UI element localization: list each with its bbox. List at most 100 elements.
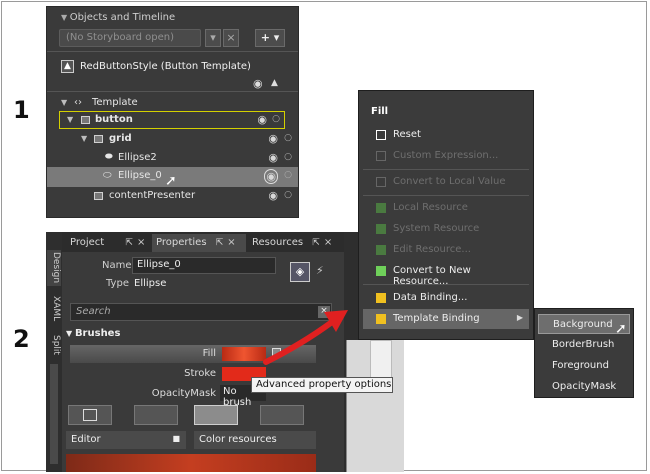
- binding-yellow-icon: [376, 314, 386, 324]
- resource-green-icon: [376, 245, 386, 255]
- tab-project[interactable]: Project ⇱ ×: [66, 234, 150, 252]
- eye-icon[interactable]: ◉: [268, 189, 278, 202]
- menu-item-custom-expression[interactable]: Custom Expression...: [363, 146, 529, 166]
- menu-title: Fill: [371, 106, 389, 117]
- vertical-scrollbar[interactable]: [50, 364, 58, 464]
- objects-timeline-panel: ▼ Objects and Timeline (No Storyboard op…: [46, 6, 299, 218]
- expand-triangle-icon[interactable]: ▼: [61, 98, 67, 107]
- storyboard-menu-button[interactable]: ▾: [205, 29, 221, 47]
- expand-triangle-icon[interactable]: ▼: [81, 134, 87, 143]
- menu-item-edit-resource[interactable]: Edit Resource...: [363, 240, 529, 260]
- events-icon[interactable]: ⚡: [316, 264, 324, 277]
- grid-icon: [94, 192, 103, 200]
- filled-ellipse-icon: ⬬: [105, 152, 113, 162]
- color-gradient-bar[interactable]: [66, 454, 316, 472]
- collapse-triangle-icon[interactable]: ▼: [61, 13, 70, 22]
- no-brush-tile[interactable]: [68, 405, 112, 425]
- scope-up-icon[interactable]: ▲: [61, 60, 74, 73]
- objects-timeline-header: ▼ Objects and Timeline: [61, 12, 176, 23]
- type-label: Type: [106, 278, 129, 289]
- view-tabs: Design XAML Split: [46, 232, 62, 472]
- menu-item-convert-local[interactable]: Convert to Local Value: [363, 172, 529, 192]
- pin-icon[interactable]: ⇱: [216, 238, 224, 248]
- submenu-item-opacitymask[interactable]: OpacityMask: [538, 377, 630, 397]
- grid-icon: [94, 135, 103, 143]
- step-number-1: 1: [13, 96, 30, 124]
- vtab-xaml[interactable]: XAML: [47, 292, 61, 326]
- style-title: RedButtonStyle (Button Template): [80, 61, 251, 72]
- eye-icon[interactable]: ◉: [264, 169, 278, 184]
- square-dot-icon: ■: [172, 434, 180, 443]
- lock-dot-icon[interactable]: ○: [284, 190, 292, 200]
- eye-icon[interactable]: ◉: [268, 151, 278, 164]
- pin-icon[interactable]: ⇱: [125, 238, 133, 248]
- eye-icon[interactable]: ◉: [268, 132, 278, 145]
- gradient-brush-tile[interactable]: [194, 405, 238, 425]
- element-preview-icon[interactable]: ◈: [290, 262, 310, 282]
- menu-item-convert-new-resource[interactable]: Convert to New Resource...: [363, 261, 529, 287]
- fill-swatch[interactable]: [222, 347, 266, 361]
- menu-item-template-binding[interactable]: Template Binding ▶: [363, 309, 529, 329]
- close-icon[interactable]: ×: [324, 237, 332, 248]
- menu-item-data-binding[interactable]: Data Binding...: [363, 288, 529, 308]
- red-callout-arrow-icon: [263, 310, 348, 365]
- ruler: [370, 340, 392, 380]
- submenu-arrow-icon: ▶: [516, 313, 523, 322]
- binding-yellow-icon: [376, 293, 386, 303]
- pin-icon[interactable]: ⇱: [312, 238, 320, 248]
- name-field[interactable]: Ellipse_0: [132, 257, 276, 274]
- brackets-icon: ‹›: [74, 97, 82, 108]
- vtab-split[interactable]: Split: [47, 332, 61, 358]
- menu-item-local-resource[interactable]: Local Resource: [363, 198, 529, 218]
- tab-properties[interactable]: Properties ⇱ ×: [152, 234, 246, 252]
- advanced-options-tooltip: Advanced property options: [251, 377, 393, 393]
- lock-dot-icon[interactable]: ○: [284, 170, 292, 180]
- close-icon[interactable]: ×: [227, 237, 235, 248]
- menu-separator: [363, 169, 529, 170]
- tree-item-content-presenter[interactable]: contentPresenter ◉ ○: [47, 187, 298, 205]
- expand-triangle-icon[interactable]: ▼: [67, 115, 73, 124]
- collapse-triangle-icon[interactable]: ▼: [66, 329, 75, 338]
- storyboard-picker[interactable]: (No Storyboard open): [59, 29, 201, 47]
- no-brush-icon: [83, 409, 97, 421]
- name-label: Name: [102, 260, 132, 271]
- close-icon[interactable]: ×: [137, 237, 145, 248]
- menu-separator: [363, 195, 529, 196]
- ellipse-outline-icon: ⬭: [103, 170, 112, 181]
- panel-tabs: Project ⇱ × Properties ⇱ × Resources ⇱ ×: [62, 232, 346, 252]
- type-value: Ellipse: [134, 278, 167, 289]
- solid-brush-tile[interactable]: [134, 405, 178, 425]
- eye-icon[interactable]: ◉: [253, 77, 263, 90]
- template-binding-submenu: Background ➚ BorderBrush Foreground Opac…: [534, 308, 634, 398]
- lock-dot-icon[interactable]: ○: [284, 152, 292, 162]
- fill-context-menu: Fill Reset Custom Expression... Convert …: [358, 90, 534, 340]
- tree-item-ellipse-0[interactable]: ⬭ Ellipse_0 ➚ ◉ ○: [47, 167, 298, 189]
- new-storyboard-button[interactable]: + ▾: [255, 29, 285, 47]
- color-resources-tab[interactable]: Color resources: [194, 431, 316, 449]
- grid-icon: [81, 116, 90, 124]
- menu-item-reset[interactable]: Reset: [363, 125, 529, 145]
- tree-item-button[interactable]: ▼ button ◉ ○: [59, 111, 285, 129]
- submenu-item-foreground[interactable]: Foreground: [538, 356, 630, 376]
- editor-tab[interactable]: Editor ■: [66, 431, 186, 449]
- brushes-section-header[interactable]: ▼ Brushes: [66, 328, 120, 339]
- checkbox-icon: [376, 130, 386, 140]
- tree-item-ellipse2[interactable]: ⬬ Ellipse2 ◉ ○: [47, 149, 298, 167]
- close-storyboard-button[interactable]: ×: [223, 29, 239, 47]
- resource-green-icon: [376, 224, 386, 234]
- tile-brush-tile[interactable]: [260, 405, 304, 425]
- resource-green-icon: [376, 266, 386, 276]
- tree-item-grid[interactable]: ▼ grid ◉ ○: [47, 130, 298, 148]
- submenu-item-borderbrush[interactable]: BorderBrush: [538, 335, 630, 355]
- checkbox-icon: [376, 177, 386, 187]
- divider: [47, 91, 298, 92]
- vtab-design[interactable]: Design: [47, 250, 61, 286]
- divider: [47, 51, 298, 52]
- lock-dot-icon[interactable]: ○: [284, 133, 292, 143]
- menu-item-system-resource[interactable]: System Resource: [363, 219, 529, 239]
- lock-dot-icon[interactable]: ○: [272, 114, 280, 124]
- tab-resources[interactable]: Resources ⇱ ×: [248, 234, 344, 252]
- lock-icon[interactable]: ▲: [271, 78, 278, 88]
- eye-icon[interactable]: ◉: [257, 113, 267, 126]
- tree-item-template[interactable]: ▼ ‹› Template: [47, 94, 298, 112]
